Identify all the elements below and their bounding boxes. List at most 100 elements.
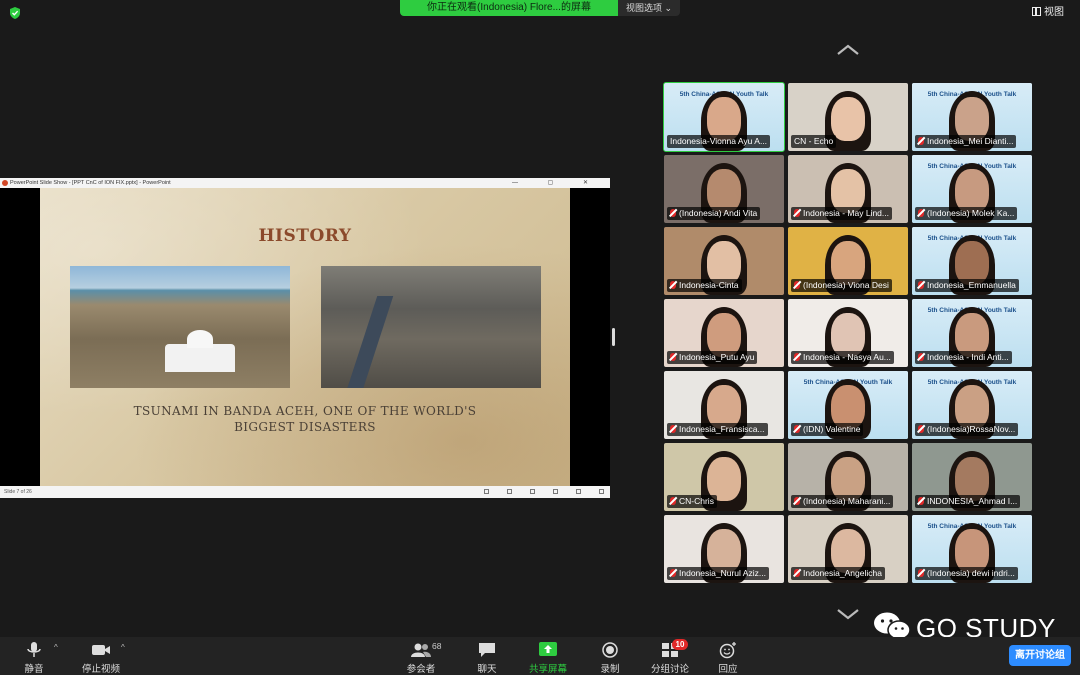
participant-tile[interactable]: 5th China-ASEAN Youth Talk(Indonesia) de…	[912, 515, 1032, 583]
shared-screen: PowerPoint Slide Show - [PPT CnC of ION …	[0, 178, 610, 498]
participant-tile[interactable]: (Indonesia) Andi Vita	[664, 155, 784, 223]
participant-name-label: INDONESIA_Ahmad I...	[915, 495, 1021, 508]
muted-microphone-icon	[794, 281, 800, 289]
participant-name-label: Indonesia - Indi Anti...	[915, 351, 1012, 364]
breakout-rooms-label: 分组讨论	[650, 664, 689, 675]
notes-icon[interactable]	[484, 489, 489, 494]
participant-tile[interactable]: Indonesia - May Lind...	[788, 155, 908, 223]
muted-microphone-icon	[918, 569, 924, 577]
slideshow-icon[interactable]	[576, 489, 581, 494]
participant-tile[interactable]: (Indonesia) Viona Desi	[788, 227, 908, 295]
zoom-icon[interactable]	[599, 489, 604, 494]
record-icon	[602, 642, 618, 658]
reading-view-icon[interactable]	[553, 489, 558, 494]
slide-counter: Slide 7 of 26	[4, 489, 32, 495]
audio-options-caret[interactable]: ^	[54, 643, 58, 652]
ppt-titlebar: PowerPoint Slide Show - [PPT CnC of ION …	[0, 178, 610, 188]
participant-name-label: Indonesia_Fransisca...	[667, 423, 768, 436]
view-options-button[interactable]: 视图选项 ⌄	[618, 0, 680, 16]
share-screen-icon	[539, 642, 557, 656]
microphone-icon	[27, 642, 41, 657]
participant-name: Indonesia_Angelicha	[803, 568, 882, 578]
reactions-label: 回应	[718, 664, 738, 675]
participant-name-label: (Indonesia)RossaNov...	[915, 423, 1019, 436]
participant-tile[interactable]: Indonesia_Nurul Aziz...	[664, 515, 784, 583]
participant-tile[interactable]: Indonesia_Angelicha	[788, 515, 908, 583]
normal-view-icon[interactable]	[507, 489, 512, 494]
participant-tile[interactable]: Indonesia-Cinta	[664, 227, 784, 295]
reactions-button[interactable]: 回应	[698, 639, 758, 675]
participant-name-label: (Indonesia) Maharani...	[791, 495, 894, 508]
breakout-count-badge: 10	[672, 639, 688, 650]
river-shape	[344, 296, 394, 388]
participant-name: Indonesia_Mei Dianti...	[927, 136, 1014, 146]
mute-label: 静音	[24, 664, 44, 675]
sorter-view-icon[interactable]	[530, 489, 535, 494]
muted-microphone-icon	[794, 353, 800, 361]
view-button-label: 视图	[1044, 7, 1064, 18]
participant-tile[interactable]: 5th China-ASEAN Youth TalkIndonesia_Mei …	[912, 83, 1032, 151]
participant-name-label: Indonesia - Nasya Au...	[791, 351, 894, 364]
participant-tile[interactable]: 5th China-ASEAN Youth TalkIndonesia_Emma…	[912, 227, 1032, 295]
grid-view-icon	[1032, 7, 1041, 16]
participant-tile[interactable]: 5th China-ASEAN Youth Talk(IDN) Valentin…	[788, 371, 908, 439]
participant-name-label: Indonesia_Emmanuella	[915, 279, 1019, 292]
meeting-toolbar: 静音 ^ 停止视频 ^ 参会者 68 聊天 共享屏幕 录制 分组讨论 10 回应	[0, 637, 1080, 675]
participant-name: Indonesia_Putu Ayu	[679, 352, 755, 362]
participant-name: Indonesia-Vionna Ayu A...	[670, 136, 768, 146]
slide-caption: TSUNAMI IN BANDA ACEH, ONE OF THE WORLD'…	[40, 403, 570, 435]
participant-tile[interactable]: 5th China-ASEAN Youth TalkIndonesia-Vion…	[663, 82, 785, 152]
shield-icon[interactable]	[8, 6, 22, 20]
chevron-down-icon[interactable]	[836, 607, 860, 621]
muted-microphone-icon	[918, 425, 924, 433]
video-options-caret[interactable]: ^	[121, 643, 125, 652]
share-screen-label: 共享屏幕	[528, 664, 567, 675]
participant-tile[interactable]: INDONESIA_Ahmad I...	[912, 443, 1032, 511]
participant-name: Indonesia-Cinta	[679, 280, 739, 290]
chat-bubble-icon	[479, 643, 495, 657]
participant-tile[interactable]: (Indonesia) Maharani...	[788, 443, 908, 511]
powerpoint-logo-icon	[2, 180, 8, 186]
participant-tile[interactable]: 5th China-ASEAN Youth Talk(Indonesia) Mo…	[912, 155, 1032, 223]
breakout-rooms-button[interactable]: 分组讨论	[640, 639, 700, 675]
ppt-statusbar: Slide 7 of 26	[0, 486, 610, 498]
participant-name-label: (Indonesia) dewi indri...	[915, 567, 1018, 580]
smiley-plus-icon	[719, 642, 736, 659]
record-button[interactable]: 录制	[580, 639, 640, 675]
participant-gallery: 5th China-ASEAN Youth TalkIndonesia-Vion…	[663, 82, 1034, 583]
participant-name-label: Indonesia_Putu Ayu	[667, 351, 758, 364]
view-button[interactable]: 视图	[1032, 4, 1074, 22]
participant-tile[interactable]: CN-Chris	[664, 443, 784, 511]
split-drag-handle[interactable]	[612, 328, 615, 346]
muted-microphone-icon	[918, 281, 924, 289]
chevron-down-icon: ⌄	[664, 3, 673, 13]
participant-name-label: Indonesia_Mei Dianti...	[915, 135, 1017, 148]
chat-button[interactable]: 聊天	[457, 639, 517, 675]
participant-tile[interactable]: 5th China-ASEAN Youth TalkIndonesia - In…	[912, 299, 1032, 367]
participants-count: 68	[432, 641, 442, 651]
leave-breakout-button[interactable]: 离开讨论组	[1009, 645, 1071, 666]
participant-name-label: (Indonesia) Viona Desi	[791, 279, 892, 292]
chevron-up-icon[interactable]	[836, 43, 860, 57]
share-screen-button[interactable]: 共享屏幕	[518, 639, 578, 675]
participant-tile[interactable]: Indonesia_Fransisca...	[664, 371, 784, 439]
participant-face	[831, 97, 865, 141]
participant-name: (Indonesia) Maharani...	[803, 496, 891, 506]
participants-button[interactable]: 参会者	[391, 639, 451, 675]
participant-name: (IDN) Valentine	[803, 424, 861, 434]
stop-video-label: 停止视频	[81, 664, 120, 675]
participant-name: (Indonesia) Andi Vita	[679, 208, 758, 218]
participant-name: CN-Chris	[679, 496, 714, 506]
view-options-label: 视图选项	[625, 3, 662, 13]
participant-tile[interactable]: Indonesia_Putu Ayu	[664, 299, 784, 367]
muted-microphone-icon	[670, 425, 676, 433]
participant-tile[interactable]: CN - Echo	[788, 83, 908, 151]
participant-name: Indonesia - Indi Anti...	[927, 352, 1009, 362]
participant-name-label: Indonesia-Cinta	[667, 279, 742, 292]
participant-name-label: (Indonesia) Andi Vita	[667, 207, 761, 220]
participant-tile[interactable]: 5th China-ASEAN Youth Talk(Indonesia)Ros…	[912, 371, 1032, 439]
participant-tile[interactable]: Indonesia - Nasya Au...	[788, 299, 908, 367]
window-controls: — ▢ ✕	[511, 180, 602, 186]
participants-icon	[411, 643, 431, 657]
participant-name: (Indonesia)RossaNov...	[927, 424, 1016, 434]
